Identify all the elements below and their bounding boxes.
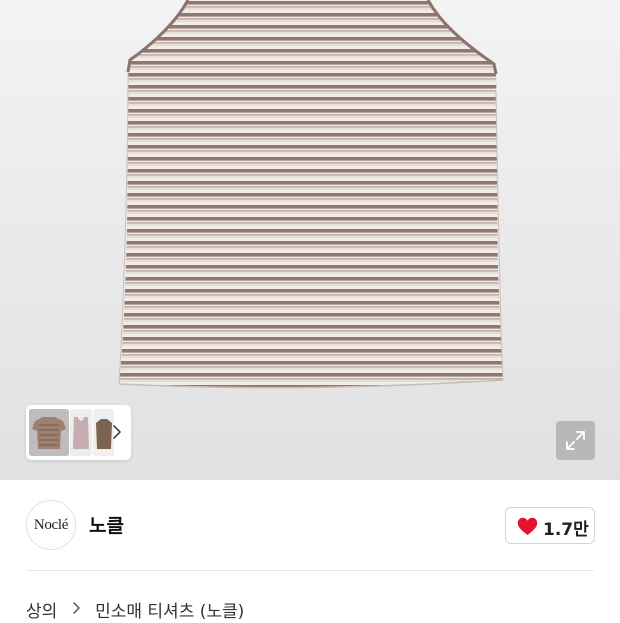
heart-icon — [517, 517, 538, 535]
expand-button[interactable] — [556, 421, 595, 460]
brand-logo[interactable]: Noclé — [26, 500, 76, 550]
expand-icon — [566, 431, 585, 450]
divider — [26, 570, 594, 571]
thumbnail-tshirt[interactable] — [29, 409, 69, 456]
thumbnail-tank-top[interactable] — [70, 409, 92, 456]
thumbnail-strip — [26, 405, 131, 460]
breadcrumb-category[interactable]: 상의 — [26, 597, 57, 622]
breadcrumb-subcategory[interactable]: 민소매 티셔츠 (노클) — [95, 597, 244, 622]
chevron-right-icon[interactable] — [110, 420, 124, 444]
chevron-right-icon — [71, 598, 83, 618]
brand-row: Noclé 노클 1.7만 — [0, 480, 620, 570]
like-button[interactable]: 1.7만 — [505, 507, 595, 544]
breadcrumb: 상의 민소매 티셔츠 (노클) — [26, 597, 244, 622]
product-image-area — [0, 0, 620, 480]
like-count: 1.7만 — [543, 520, 589, 540]
brand-name[interactable]: 노클 — [89, 511, 124, 538]
